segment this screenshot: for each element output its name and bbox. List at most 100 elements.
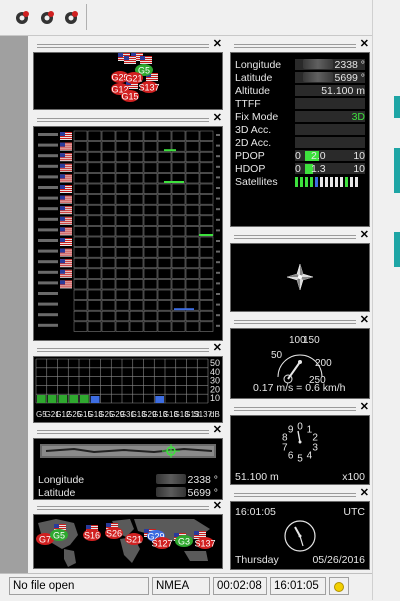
satellite-label: S21: [126, 535, 142, 545]
value-field: [295, 98, 365, 109]
signal-cell: [185, 321, 200, 332]
panel-titlebar[interactable]: ✕: [33, 500, 223, 513]
signal-row-value: [216, 187, 220, 189]
ttff-row: TTFF: [235, 98, 365, 111]
close-icon[interactable]: ✕: [360, 401, 369, 413]
signal-cell: [73, 279, 88, 290]
panel-titlebar[interactable]: ✕: [230, 314, 370, 327]
signal-cell: [157, 279, 172, 290]
signal-cell: [185, 204, 200, 216]
us-flag-icon: [60, 142, 72, 151]
altimeter-hub: [298, 440, 302, 444]
fix-mode-value: 3D: [351, 111, 365, 123]
signal-row-value: [216, 303, 220, 306]
signal-cell: [115, 247, 130, 258]
signal-row-label: [38, 313, 58, 317]
satellite-label: S16: [84, 531, 100, 541]
close-icon[interactable]: ✕: [360, 487, 369, 499]
map-latitude-value: 5699 °: [155, 487, 218, 499]
signal-cell: [129, 279, 144, 290]
signal-cell: [143, 194, 158, 205]
signal-cell: [143, 247, 158, 258]
signal-cell: [199, 279, 214, 290]
close-icon[interactable]: ✕: [360, 38, 369, 50]
gps-gear-icon[interactable]: [13, 9, 31, 27]
signal-cell: [115, 289, 130, 300]
signal-cell: [143, 321, 158, 332]
signal-cell: [185, 162, 200, 173]
signal-level-trace: [174, 308, 194, 311]
toolbar: [0, 0, 372, 36]
signal-cell: [73, 300, 88, 311]
signal-cell: [157, 226, 172, 237]
3d-accuracy-row: 3D Acc.: [235, 124, 365, 137]
close-icon[interactable]: ✕: [213, 112, 222, 124]
signal-cell: [157, 257, 172, 269]
us-flag-icon: [60, 216, 72, 225]
signal-cell: [101, 257, 116, 269]
signal-row-value: [216, 197, 220, 200]
panel-titlebar[interactable]: ✕: [33, 424, 223, 437]
panel-titlebar[interactable]: ✕: [33, 112, 223, 125]
signal-bar: [155, 396, 164, 403]
signal-cell: [129, 215, 144, 226]
panel-titlebar[interactable]: ✕: [230, 229, 370, 242]
signal-cell: [87, 310, 102, 322]
panel-titlebar[interactable]: ✕: [230, 38, 370, 51]
signal-row-label: [38, 292, 58, 295]
signal-cell: [115, 141, 130, 152]
signal-cell: [171, 204, 186, 216]
panel-titlebar[interactable]: ✕: [230, 401, 370, 414]
panel-titlebar[interactable]: ✕: [33, 342, 223, 355]
gps-gear-icon[interactable]: [38, 9, 56, 27]
signal-cell: [143, 141, 158, 152]
signal-row-label: [38, 186, 58, 189]
us-flag-icon: [60, 248, 72, 257]
close-icon[interactable]: ✕: [213, 500, 222, 512]
signal-cell: [129, 300, 144, 311]
altimeter-number: 3: [312, 442, 318, 453]
signal-cell: [171, 183, 186, 194]
signal-cell: [129, 204, 144, 216]
close-icon[interactable]: ✕: [213, 38, 222, 50]
signal-row-value: [216, 218, 220, 221]
signal-cell: [87, 183, 102, 194]
gps-gear-icon[interactable]: [62, 9, 80, 27]
signal-cell: [143, 300, 158, 311]
signal-cell: [199, 162, 214, 173]
close-icon[interactable]: ✕: [360, 314, 369, 326]
signal-cell: [101, 173, 116, 184]
signal-cell: [101, 194, 116, 205]
signal-row-label: [38, 239, 58, 242]
hdop-max: 10: [353, 163, 365, 175]
status-file: No file open: [9, 577, 149, 595]
signal-cell: [115, 321, 130, 332]
signal-cell: [185, 257, 200, 269]
signal-cell: [87, 215, 102, 226]
signal-cell: [101, 236, 116, 247]
panel-titlebar[interactable]: ✕: [230, 487, 370, 500]
signal-cell: [129, 226, 144, 237]
speedometer-panel: ✕ 100 150 50 200 250 0.17 m/s = 0.6 km/h: [230, 314, 370, 399]
signal-cell: [199, 289, 214, 300]
map-latitude-label: Latitude: [38, 487, 76, 499]
signal-cell: [143, 257, 158, 269]
signal-cell: [199, 310, 214, 322]
close-icon[interactable]: ✕: [360, 229, 369, 241]
hdop-row: HDOP 0 1.3 10: [235, 163, 365, 176]
satellite-label: G3: [178, 537, 190, 547]
us-flag-icon: [60, 206, 72, 215]
signal-cell: [115, 151, 130, 163]
signal-cell: [87, 279, 102, 290]
satellite-indicator-bars: [295, 177, 358, 187]
signal-row-label: [38, 260, 58, 264]
signal-cell: [185, 173, 200, 184]
close-icon[interactable]: ✕: [213, 342, 222, 354]
signal-cell: [129, 173, 144, 184]
close-icon[interactable]: ✕: [213, 424, 222, 436]
signal-cell: [143, 215, 158, 226]
satellite-label: G7: [39, 535, 51, 545]
hdop-min: 0: [295, 163, 301, 175]
panel-titlebar[interactable]: ✕: [33, 38, 223, 51]
signal-level-trace: [164, 149, 176, 152]
